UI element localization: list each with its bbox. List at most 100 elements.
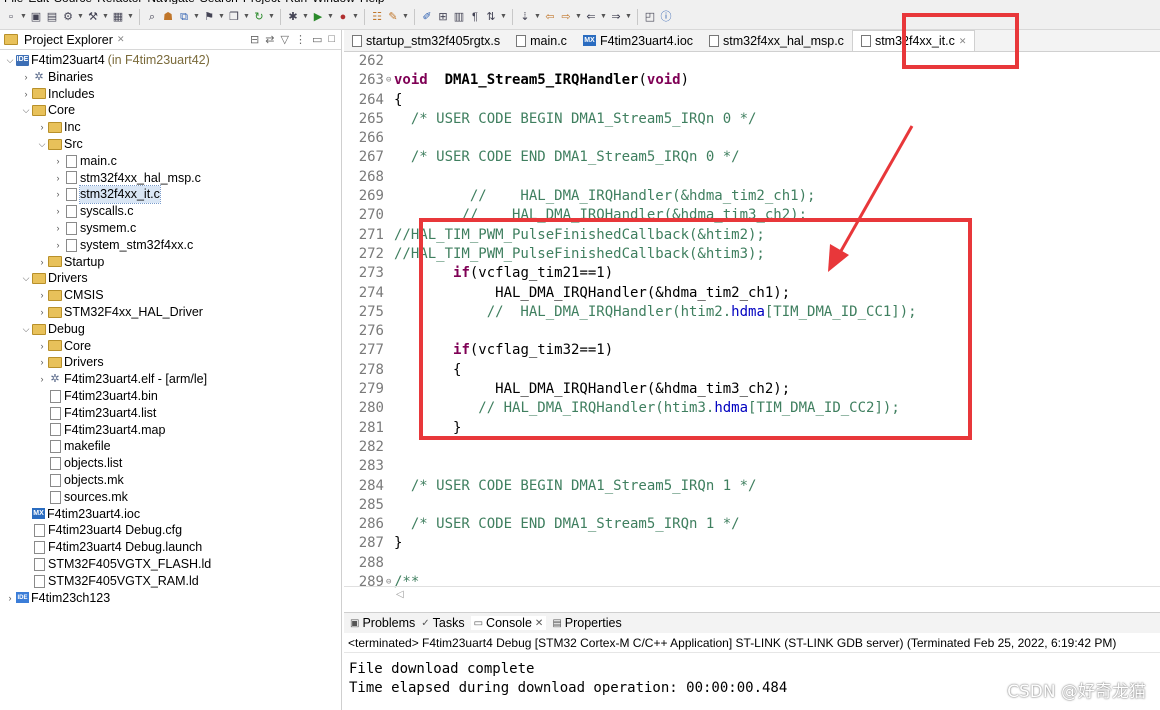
chevron-right-icon[interactable]: › <box>36 338 48 355</box>
editor-tab[interactable]: main.c <box>508 30 575 51</box>
pilcrow-icon[interactable]: ¶ <box>468 10 482 24</box>
tree-item[interactable]: › ✲ F4tim23uart4.elf - [arm/le] <box>0 371 341 388</box>
chevron-right-icon[interactable]: › <box>52 170 64 187</box>
chevron-down-icon[interactable]: ⌵ <box>20 321 32 338</box>
collapse-all-icon[interactable]: ⊟ <box>250 33 259 46</box>
forward-icon[interactable]: ⇒ <box>609 10 623 24</box>
open-type-icon[interactable]: ☷ <box>370 10 384 24</box>
chevron-right-icon[interactable]: › <box>52 153 64 170</box>
back-icon[interactable]: ⇐ <box>584 10 598 24</box>
device-icon[interactable]: ▦ <box>111 10 125 24</box>
tab-console[interactable]: ▭ Console ✕ <box>470 616 547 630</box>
tree-item[interactable]: F4tim23uart4.list <box>0 405 341 422</box>
chevron-right-icon[interactable]: › <box>36 119 48 136</box>
link-dropdown-icon[interactable]: ▼ <box>193 13 200 20</box>
chevron-right-icon[interactable]: › <box>36 304 48 321</box>
tree-item[interactable]: F4tim23uart4 Debug.launch <box>0 539 341 556</box>
tree-item[interactable]: › ✲ Binaries <box>0 69 341 86</box>
chevron-right-icon[interactable]: › <box>20 69 32 86</box>
copy-dropdown-icon[interactable]: ▼ <box>243 13 250 20</box>
next-annotation-dropdown-icon[interactable]: ▼ <box>534 13 541 20</box>
tree-item[interactable]: › Drivers <box>0 354 341 371</box>
word-wrap-icon[interactable]: ▥ <box>452 10 466 24</box>
chevron-down-icon[interactable]: ⌵ <box>20 270 32 287</box>
sort-icon[interactable]: ⇅ <box>484 10 498 24</box>
editor-tab[interactable]: stm32f4xx_hal_msp.c <box>701 30 852 51</box>
chevron-right-icon[interactable]: › <box>52 186 64 203</box>
tree-item[interactable]: sources.mk <box>0 489 341 506</box>
link-editor-icon[interactable]: ⇄ <box>265 33 274 46</box>
search-icon[interactable]: ⌕ <box>145 10 159 24</box>
build-dropdown-icon[interactable]: ▼ <box>77 13 84 20</box>
marker-icon[interactable]: ✎ <box>386 10 400 24</box>
chevron-right-icon[interactable]: › <box>36 254 48 271</box>
editor-tab[interactable]: MX F4tim23uart4.ioc <box>575 30 701 51</box>
minimize-icon[interactable]: ▭ <box>312 33 322 46</box>
chevron-down-icon[interactable]: ⌵ <box>36 136 48 153</box>
chevron-down-icon[interactable]: ⌵ <box>20 102 32 119</box>
back-dropdown-icon[interactable]: ▼ <box>600 13 607 20</box>
chevron-right-icon[interactable]: › <box>4 590 16 607</box>
project-explorer-title[interactable]: Project Explorer <box>24 33 113 47</box>
tree-item[interactable]: STM32F405VGTX_RAM.ld <box>0 573 341 590</box>
debug-config-icon[interactable]: ☗ <box>161 10 175 24</box>
perspective-icon[interactable]: ◰ <box>643 10 657 24</box>
tree-item[interactable]: ⌵ Drivers <box>0 270 341 287</box>
scroll-left-icon[interactable]: ◁ <box>396 589 404 600</box>
bug-icon[interactable]: ✱ <box>286 10 300 24</box>
new-file-icon[interactable]: ▫ <box>4 10 18 24</box>
tree-item[interactable]: ⌵ IDE F4tim23uart4 (in F4tim23uart42) <box>0 52 341 69</box>
highlight-icon[interactable]: ✐ <box>420 10 434 24</box>
tree-item[interactable]: › Inc <box>0 119 341 136</box>
build-icon[interactable]: ⚙ <box>61 10 75 24</box>
copy-icon[interactable]: ❐ <box>227 10 241 24</box>
close-icon[interactable]: ✕ <box>535 618 543 629</box>
tree-item[interactable]: objects.list <box>0 455 341 472</box>
refresh-dropdown-icon[interactable]: ▼ <box>268 13 275 20</box>
tree-item[interactable]: › IDE F4tim23ch123 <box>0 590 341 607</box>
chevron-down-icon[interactable]: ⌵ <box>4 52 16 69</box>
tree-item[interactable]: › Startup <box>0 254 341 271</box>
chevron-right-icon[interactable]: › <box>52 220 64 237</box>
tab-properties[interactable]: ▤ Properties <box>552 616 621 630</box>
run-icon[interactable]: ▶ <box>311 10 325 24</box>
link-icon[interactable]: ⧉ <box>177 10 191 24</box>
tree-item[interactable]: › stm32f4xx_it.c <box>0 185 341 205</box>
next-annotation-icon[interactable]: ⇣ <box>518 10 532 24</box>
chevron-right-icon[interactable]: › <box>52 237 64 254</box>
sort-dropdown-icon[interactable]: ▼ <box>500 13 507 20</box>
horizontal-scrollbar[interactable]: ◁ <box>344 586 1160 602</box>
tab-tasks[interactable]: ✓ Tasks <box>421 616 464 630</box>
external-tools-icon[interactable]: ● <box>336 10 350 24</box>
new-dropdown-icon[interactable]: ▼ <box>20 13 27 20</box>
tree-item[interactable]: › main.c <box>0 153 341 170</box>
tree-item[interactable]: ⌵ Debug <box>0 321 341 338</box>
chevron-right-icon[interactable]: › <box>36 371 48 388</box>
chevron-right-icon[interactable]: › <box>36 287 48 304</box>
chevron-right-icon[interactable]: › <box>20 86 32 103</box>
tree-item[interactable]: F4tim23uart4 Debug.cfg <box>0 522 341 539</box>
tree-item[interactable]: › sysmem.c <box>0 220 341 237</box>
bug-dropdown-icon[interactable]: ▼ <box>302 13 309 20</box>
tree-item[interactable]: › syscalls.c <box>0 203 341 220</box>
tree-item[interactable]: objects.mk <box>0 472 341 489</box>
tree-item[interactable]: › STM32F4xx_HAL_Driver <box>0 304 341 321</box>
prev-edit-icon[interactable]: ⇦ <box>543 10 557 24</box>
chevron-right-icon[interactable]: › <box>52 203 64 220</box>
tree-item[interactable]: F4tim23uart4.map <box>0 422 341 439</box>
save-all-icon[interactable]: ▤ <box>45 10 59 24</box>
tools-icon[interactable]: ⚑ <box>202 10 216 24</box>
filter-icon[interactable]: ▽ <box>280 33 288 46</box>
external-dropdown-icon[interactable]: ▼ <box>352 13 359 20</box>
fold-toggle-icon[interactable]: ⊖ <box>386 71 394 90</box>
device-dropdown-icon[interactable]: ▼ <box>127 13 134 20</box>
refresh-icon[interactable]: ↻ <box>252 10 266 24</box>
tree-item[interactable]: › CMSIS <box>0 287 341 304</box>
block-select-icon[interactable]: ⊞ <box>436 10 450 24</box>
tree-item[interactable]: › system_stm32f4xx.c <box>0 237 341 254</box>
close-icon[interactable]: ✕ <box>117 34 125 45</box>
view-menu-icon[interactable]: ⋮ <box>295 33 306 46</box>
tree-item[interactable]: ⌵ Core <box>0 102 341 119</box>
hammer-dropdown-icon[interactable]: ▼ <box>102 13 109 20</box>
tab-problems[interactable]: ▣ Problems <box>350 616 415 630</box>
